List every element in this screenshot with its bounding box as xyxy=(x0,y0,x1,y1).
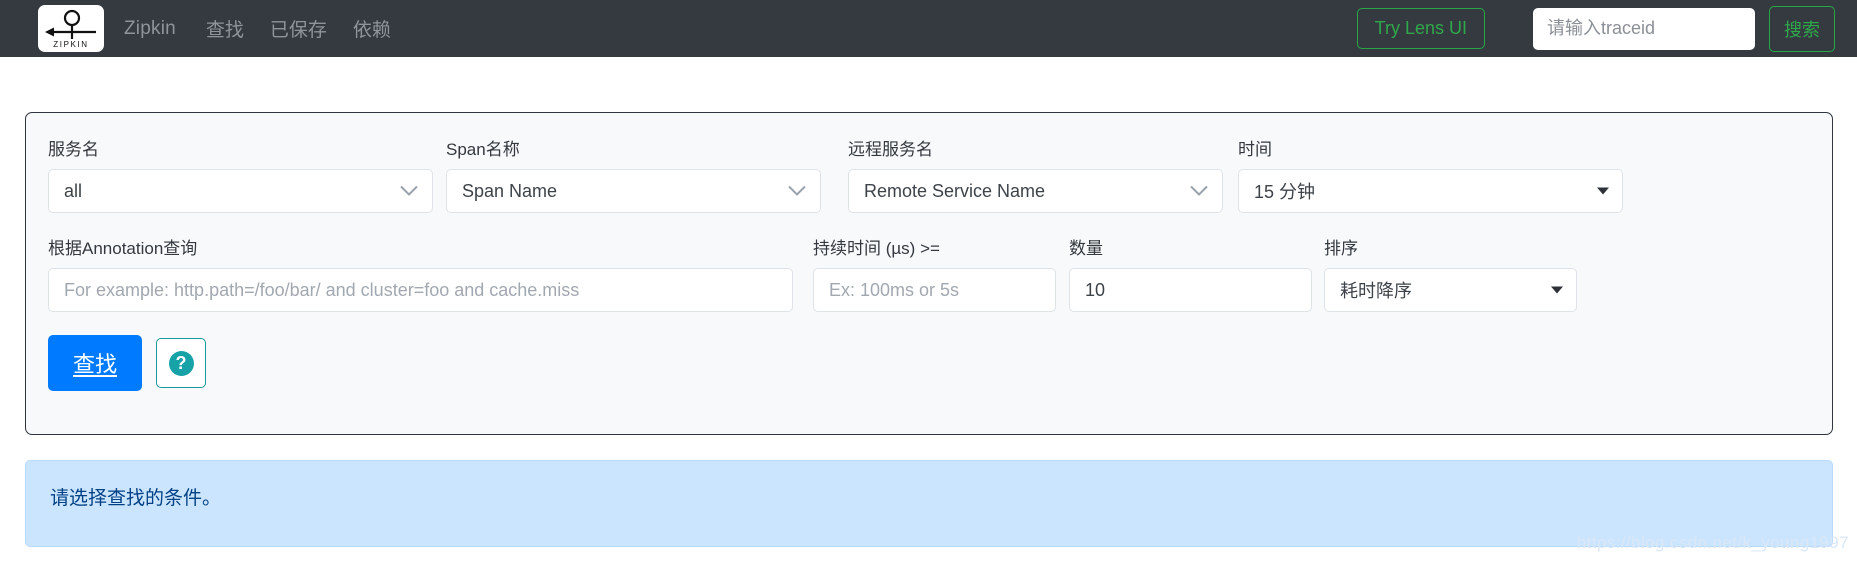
limit-count-input[interactable] xyxy=(1069,268,1312,312)
zipkin-logo-icon[interactable]: ZIPKIN xyxy=(38,5,104,52)
search-form-actions: 查找 ? xyxy=(48,335,1810,391)
traceid-input[interactable] xyxy=(1533,7,1755,50)
chevron-down-icon xyxy=(400,185,418,197)
annotation-query-input[interactable] xyxy=(48,268,793,312)
span-name-select[interactable]: Span Name xyxy=(446,169,821,213)
field-sort-order: 排序 耗时降序 xyxy=(1324,234,1577,312)
label-lookback-time: 时间 xyxy=(1238,140,1272,159)
field-lookback-time: 时间 15 分钟 xyxy=(1238,135,1623,213)
find-button[interactable]: 查找 xyxy=(48,335,143,391)
field-annotation-query: 根据Annotation查询 xyxy=(48,234,793,312)
remote-service-name-select[interactable]: Remote Service Name xyxy=(848,169,1223,213)
sidebar-item-saved[interactable]: 已保存 xyxy=(270,15,327,42)
navbar-right-group: Try Lens UI 搜索 xyxy=(1356,5,1835,52)
chevron-down-icon xyxy=(788,185,806,197)
field-span-name: Span名称 Span Name xyxy=(446,135,821,213)
min-duration-input[interactable] xyxy=(813,268,1056,312)
field-remote-service-name: 远程服务名 Remote Service Name xyxy=(848,135,1223,213)
field-service-name: 服务名 all xyxy=(48,135,433,213)
traceid-search-group: 搜索 xyxy=(1533,5,1835,52)
lookback-time-select[interactable]: 15 分钟 xyxy=(1238,169,1623,213)
svg-text:ZIPKIN: ZIPKIN xyxy=(53,40,88,49)
watermark: https://blog.csdn.net/k_young1997 xyxy=(1576,533,1849,552)
help-button[interactable]: ? xyxy=(156,338,207,388)
label-span-name: Span名称 xyxy=(446,140,520,159)
info-banner-message: 请选择查找的条件。 xyxy=(50,488,222,509)
sidebar-item-dependencies[interactable]: 依赖 xyxy=(353,15,391,42)
service-name-value: all xyxy=(64,180,83,201)
label-remote-service-name: 远程服务名 xyxy=(848,140,933,159)
brand-title: Zipkin xyxy=(124,17,176,39)
caret-down-icon xyxy=(1551,286,1563,294)
sort-order-value: 耗时降序 xyxy=(1340,281,1412,301)
label-service-name: 服务名 xyxy=(48,140,99,159)
nav-links: 查找 已保存 依赖 xyxy=(206,15,391,42)
caret-down-icon xyxy=(1597,187,1609,195)
top-navbar: ZIPKIN Zipkin 查找 已保存 依赖 Try Lens UI 搜索 xyxy=(0,0,1857,57)
service-name-select[interactable]: all xyxy=(48,169,433,213)
label-limit-count: 数量 xyxy=(1069,239,1103,258)
label-annotation-query: 根据Annotation查询 xyxy=(48,239,198,258)
traceid-search-button[interactable]: 搜索 xyxy=(1769,5,1835,52)
remote-service-name-value: Remote Service Name xyxy=(864,180,1046,201)
search-form-row-1: 服务名 all Span名称 Span Name 远程服务名 Remote Se… xyxy=(48,135,1810,213)
label-sort-order: 排序 xyxy=(1324,239,1358,258)
search-form-row-2: 根据Annotation查询 持续时间 (µs) >= 数量 排序 耗时降序 xyxy=(48,234,1810,312)
label-min-duration: 持续时间 (µs) >= xyxy=(813,239,940,258)
sidebar-item-find[interactable]: 查找 xyxy=(206,15,244,42)
span-name-value: Span Name xyxy=(462,180,558,201)
search-form-card: 服务名 all Span名称 Span Name 远程服务名 Remote Se… xyxy=(25,112,1833,435)
sort-order-select[interactable]: 耗时降序 xyxy=(1324,268,1577,312)
try-lens-ui-button[interactable]: Try Lens UI xyxy=(1356,8,1485,49)
brand-area[interactable]: ZIPKIN Zipkin xyxy=(38,5,176,52)
field-limit-count: 数量 xyxy=(1069,234,1312,312)
lookback-time-value: 15 分钟 xyxy=(1254,182,1316,202)
field-min-duration: 持续时间 (µs) >= xyxy=(813,234,1056,312)
question-mark-circle-icon: ? xyxy=(168,350,194,376)
info-banner: 请选择查找的条件。 xyxy=(25,460,1833,547)
chevron-down-icon xyxy=(1190,185,1208,197)
